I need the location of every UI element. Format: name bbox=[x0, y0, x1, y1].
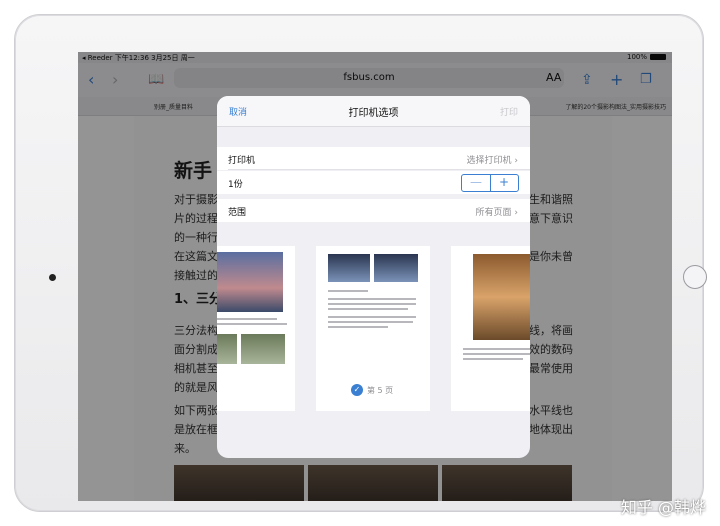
copies-label: 1份 bbox=[228, 180, 243, 190]
range-label: 范围 bbox=[228, 208, 247, 218]
preview-image bbox=[217, 334, 237, 364]
chevron-right-icon: › bbox=[514, 156, 518, 166]
preview-text-line bbox=[463, 358, 523, 360]
checkmark-icon: ✓ bbox=[351, 384, 363, 396]
copies-row: 1份 — + bbox=[217, 171, 530, 194]
preview-image bbox=[473, 254, 530, 340]
print-options-popover: 取消 打印机选项 打印 打印机 选择打印机 › 1份 — + 范围 所有页面 › bbox=[217, 96, 530, 458]
watermark: 知乎 @韩烨 bbox=[620, 498, 706, 517]
page-preview-selected[interactable]: ✓ 第 5 页 bbox=[316, 246, 430, 411]
preview-image bbox=[374, 254, 418, 282]
preview-image bbox=[217, 252, 283, 312]
screen: ◂ Reeder 下午12:36 3月25日 周一 100% ‹ › 📖 fsb… bbox=[78, 52, 672, 501]
preview-image bbox=[241, 334, 285, 364]
page-preview[interactable] bbox=[217, 246, 295, 411]
preview-text-line bbox=[463, 353, 530, 355]
preview-text-line bbox=[328, 308, 408, 310]
preview-text-line bbox=[328, 326, 388, 328]
front-camera bbox=[49, 274, 56, 281]
selected-page-label: 第 5 页 bbox=[367, 386, 394, 395]
page-preview[interactable] bbox=[451, 246, 530, 411]
range-row[interactable]: 范围 所有页面 › bbox=[217, 199, 530, 222]
decrement-button[interactable]: — bbox=[462, 175, 491, 191]
preview-text-line bbox=[328, 303, 416, 305]
preview-text-line bbox=[217, 318, 277, 320]
ipad-frame: ◂ Reeder 下午12:36 3月25日 周一 100% ‹ › 📖 fsb… bbox=[14, 14, 707, 512]
popover-title: 打印机选项 bbox=[348, 108, 399, 119]
printer-value: 选择打印机 › bbox=[466, 156, 519, 166]
preview-text-line bbox=[328, 321, 413, 323]
increment-button[interactable]: + bbox=[490, 175, 518, 191]
preview-text-line bbox=[328, 298, 416, 300]
chevron-right-icon: › bbox=[514, 208, 518, 218]
range-value: 所有页面 › bbox=[475, 208, 519, 218]
preview-text-line bbox=[463, 348, 530, 350]
copies-stepper[interactable]: — + bbox=[461, 174, 519, 192]
print-button[interactable]: 打印 bbox=[500, 105, 518, 118]
printer-label: 打印机 bbox=[228, 156, 256, 166]
popover-header: 取消 打印机选项 打印 bbox=[217, 96, 530, 127]
preview-image bbox=[328, 254, 370, 282]
printer-row[interactable]: 打印机 选择打印机 › bbox=[217, 147, 530, 170]
preview-text-line bbox=[328, 316, 416, 318]
preview-text-line bbox=[328, 290, 368, 292]
preview-text-line bbox=[217, 323, 287, 325]
home-button[interactable] bbox=[683, 265, 707, 289]
divider bbox=[228, 169, 530, 170]
